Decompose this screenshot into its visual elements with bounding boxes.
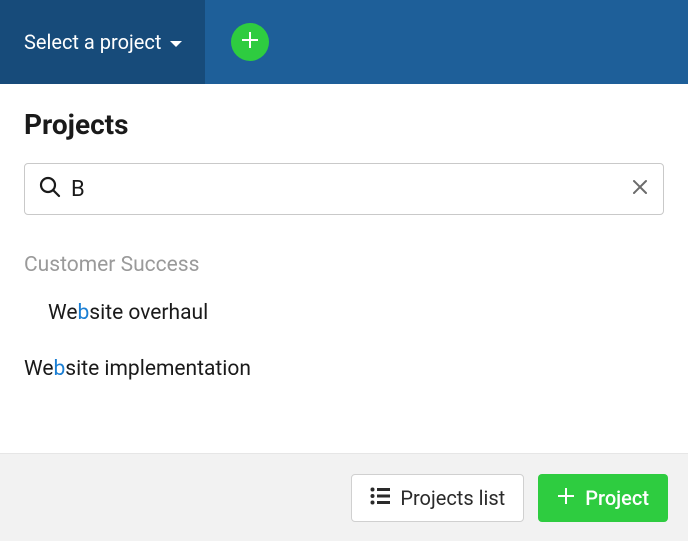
project-result-item[interactable]: Website implementation	[24, 341, 664, 397]
result-text-post: site overhaul	[89, 301, 208, 325]
topbar: Select a project	[0, 0, 688, 84]
projects-list-button[interactable]: Projects list	[351, 474, 524, 522]
result-group-label: Customer Success	[24, 253, 664, 277]
results-list: Website overhaulWebsite implementation	[24, 285, 664, 397]
result-text-pre: We	[48, 301, 77, 325]
page-title: Projects	[24, 108, 664, 141]
project-selector-dropdown[interactable]: Select a project	[0, 0, 205, 84]
result-text-post: site implementation	[65, 357, 251, 381]
result-text-pre: We	[24, 357, 53, 381]
result-text-match: b	[53, 357, 65, 381]
new-project-label: Project	[585, 486, 649, 510]
projects-dropdown-panel: Projects Customer Success Website overha…	[0, 84, 688, 397]
plus-icon	[557, 486, 575, 510]
add-button[interactable]	[231, 23, 269, 61]
clear-search-button[interactable]	[631, 178, 649, 200]
caret-down-icon	[169, 30, 183, 54]
list-icon	[370, 486, 390, 510]
projects-list-label: Projects list	[400, 486, 505, 510]
result-text-match: b	[77, 301, 89, 325]
project-selector-label: Select a project	[24, 30, 161, 54]
search-row	[24, 163, 664, 215]
footer: Projects list Project	[0, 453, 688, 541]
search-icon	[39, 176, 61, 202]
search-input[interactable]	[71, 177, 631, 202]
plus-icon	[240, 30, 260, 54]
project-result-item[interactable]: Website overhaul	[24, 285, 664, 341]
new-project-button[interactable]: Project	[538, 474, 668, 522]
